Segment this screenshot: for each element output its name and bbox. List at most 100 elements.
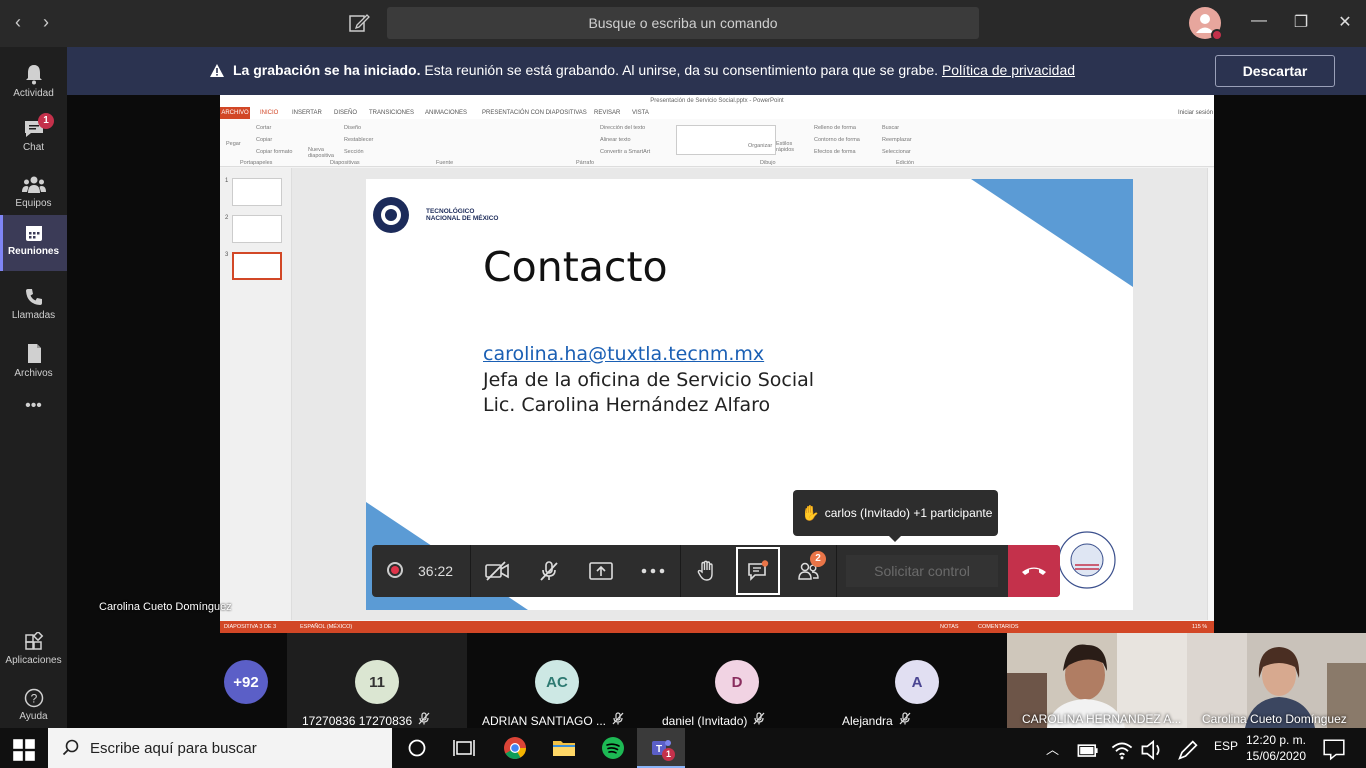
raise-hand-button[interactable] — [682, 545, 732, 597]
rail-item-activity[interactable]: Actividad — [0, 55, 67, 111]
back-arrow-icon[interactable]: ‹ — [8, 12, 28, 33]
ppt-signin[interactable]: Iniciar sesión — [1178, 110, 1213, 116]
contact-email-link[interactable]: carolina.ha@tuxtla.tecnm.mx — [483, 343, 764, 365]
rail-item-chat[interactable]: 1 Chat — [0, 111, 67, 167]
rail-item-meetings[interactable]: Reuniones — [0, 215, 67, 271]
show-participants-button[interactable] — [784, 545, 834, 597]
maximize-icon[interactable]: ❐ — [1289, 12, 1313, 34]
app-bar: Actividad 1 Chat Equipos Reuniones Llama… — [0, 47, 67, 728]
slide-title: Contacto — [483, 243, 668, 291]
bell-icon — [25, 65, 42, 85]
teams-taskbar-button[interactable]: T 1 — [637, 728, 685, 768]
camera-toggle-button[interactable] — [472, 545, 522, 597]
rail-item-calls[interactable]: Llamadas — [0, 279, 67, 335]
rail-item-apps[interactable]: Aplicaciones — [0, 624, 67, 680]
volume-icon[interactable] — [1140, 738, 1164, 762]
ppt-tab[interactable]: INICIO — [260, 110, 278, 116]
ribbon-item[interactable]: Seleccionar — [882, 149, 911, 155]
participant-video-tile[interactable]: Carolina Cueto Domínguez — [1187, 633, 1366, 728]
participant-tile[interactable]: D daniel (Invitado) — [647, 633, 827, 728]
comments-button[interactable]: COMENTARIOS — [978, 624, 1019, 630]
wifi-icon[interactable] — [1110, 738, 1134, 762]
dismiss-button[interactable]: Descartar — [1215, 55, 1335, 87]
ribbon-item[interactable]: Copiar — [256, 137, 272, 143]
ppt-ribbon: Pegar Cortar Copiar Copiar formato Nueva… — [220, 119, 1214, 167]
minimize-icon[interactable]: — — [1247, 12, 1271, 34]
participant-name: Alejandra — [842, 712, 911, 728]
slide-thumbnail-3[interactable] — [232, 252, 282, 280]
ribbon-item[interactable]: Nueva diapositiva — [308, 147, 338, 159]
notes-button[interactable]: NOTAS — [940, 624, 959, 630]
slide-thumbnail-1[interactable] — [232, 178, 282, 206]
task-view-icon[interactable] — [452, 736, 476, 760]
file-explorer-icon[interactable] — [552, 736, 576, 760]
participant-tile[interactable]: AC ADRIAN SANTIAGO ... — [467, 633, 647, 728]
taskbar-search-box[interactable]: Escribe aquí para buscar — [48, 728, 392, 768]
participant-tile[interactable]: 11 17270836 17270836 — [287, 633, 467, 728]
phone-icon — [25, 289, 42, 305]
chrome-icon[interactable] — [503, 736, 527, 760]
shapes-gallery[interactable] — [676, 125, 776, 155]
ribbon-item[interactable]: Cortar — [256, 125, 271, 131]
more-actions-button[interactable] — [628, 545, 678, 597]
zoom-level[interactable]: 115 % — [1192, 624, 1207, 630]
mic-off-icon — [612, 712, 624, 725]
ppt-tab[interactable]: DISEÑO — [334, 110, 357, 116]
ribbon-item[interactable]: Copiar formato — [256, 149, 292, 155]
ppt-vertical-scrollbar[interactable] — [1207, 168, 1214, 620]
show-conversation-button[interactable] — [734, 545, 782, 597]
presenter-name-label: Carolina Cueto Domínguez — [99, 601, 232, 613]
ppt-tab[interactable]: REVISAR — [594, 110, 620, 116]
mic-toggle-button[interactable] — [524, 545, 574, 597]
cortana-icon[interactable] — [405, 736, 429, 760]
notifications-icon[interactable] — [1322, 737, 1346, 761]
calendar-icon — [25, 226, 42, 241]
close-icon[interactable]: ✕ — [1333, 12, 1357, 34]
rail-item-files[interactable]: Archivos — [0, 335, 67, 391]
rail-label: Aplicaciones — [5, 655, 62, 666]
ribbon-item[interactable]: Diseño — [344, 125, 361, 131]
ppt-file-tab[interactable]: ARCHIVO — [220, 107, 250, 119]
svg-text:?: ? — [30, 692, 37, 706]
privacy-policy-link[interactable]: Política de privacidad — [942, 62, 1075, 78]
ribbon-item[interactable]: Estilos rápidos — [776, 141, 798, 153]
ribbon-item[interactable]: Buscar — [882, 125, 899, 131]
overflow-participants-tile[interactable]: +92 — [207, 633, 287, 728]
tecnm-logo-icon — [373, 197, 409, 233]
more-apps-button[interactable]: ••• — [0, 397, 67, 427]
ribbon-item[interactable]: Organizar — [748, 143, 772, 149]
ribbon-item[interactable]: Restablecer — [344, 137, 373, 143]
participant-video-tile[interactable]: CAROLINA HERNANDEZ A... — [1007, 633, 1187, 728]
ribbon-item[interactable]: Dirección del texto — [600, 125, 645, 131]
ribbon-item[interactable]: Contorno de forma — [814, 137, 860, 143]
ribbon-item[interactable]: Relleno de forma — [814, 125, 856, 131]
ppt-tab[interactable]: INSERTAR — [292, 110, 322, 116]
ppt-tab[interactable]: ANIMACIONES — [425, 110, 467, 116]
request-control-button[interactable]: Solicitar control — [846, 555, 998, 587]
tray-chevron-icon[interactable]: ︿ — [1046, 739, 1059, 758]
ribbon-item[interactable]: Sección — [344, 149, 364, 155]
slide-thumbnail-2[interactable] — [232, 215, 282, 243]
battery-icon[interactable] — [1076, 738, 1100, 762]
ppt-tab[interactable]: VISTA — [632, 110, 649, 116]
ribbon-item[interactable]: Convertir a SmartArt — [600, 149, 650, 155]
forward-arrow-icon[interactable]: › — [36, 12, 56, 33]
input-language[interactable]: ESP — [1214, 739, 1238, 753]
taskbar-clock[interactable]: 12:20 p. m. 15/06/2020 — [1244, 732, 1308, 764]
ppt-tab[interactable]: TRANSICIONES — [369, 110, 414, 116]
spotify-icon[interactable] — [601, 736, 625, 760]
ribbon-item[interactable]: Alinear texto — [600, 137, 631, 143]
hang-up-button[interactable] — [1008, 545, 1060, 597]
windows-start-icon[interactable] — [12, 738, 36, 762]
participant-tile[interactable]: A Alejandra — [827, 633, 1007, 728]
pen-icon[interactable] — [1176, 738, 1200, 762]
ppt-tab[interactable]: PRESENTACIÓN CON DIAPOSITIVAS — [482, 110, 587, 116]
user-avatar[interactable] — [1189, 7, 1223, 41]
ribbon-item[interactable]: Efectos de forma — [814, 149, 856, 155]
share-screen-button[interactable] — [576, 545, 626, 597]
ribbon-item[interactable]: Pegar — [226, 141, 241, 147]
compose-icon[interactable] — [348, 12, 370, 34]
ppt-ribbon-tabs: INICIO INSERTAR DISEÑO TRANSICIONES ANIM… — [220, 107, 1214, 119]
ribbon-item[interactable]: Reemplazar — [882, 137, 912, 143]
command-search-box[interactable]: Busque o escriba un comando — [387, 7, 979, 39]
